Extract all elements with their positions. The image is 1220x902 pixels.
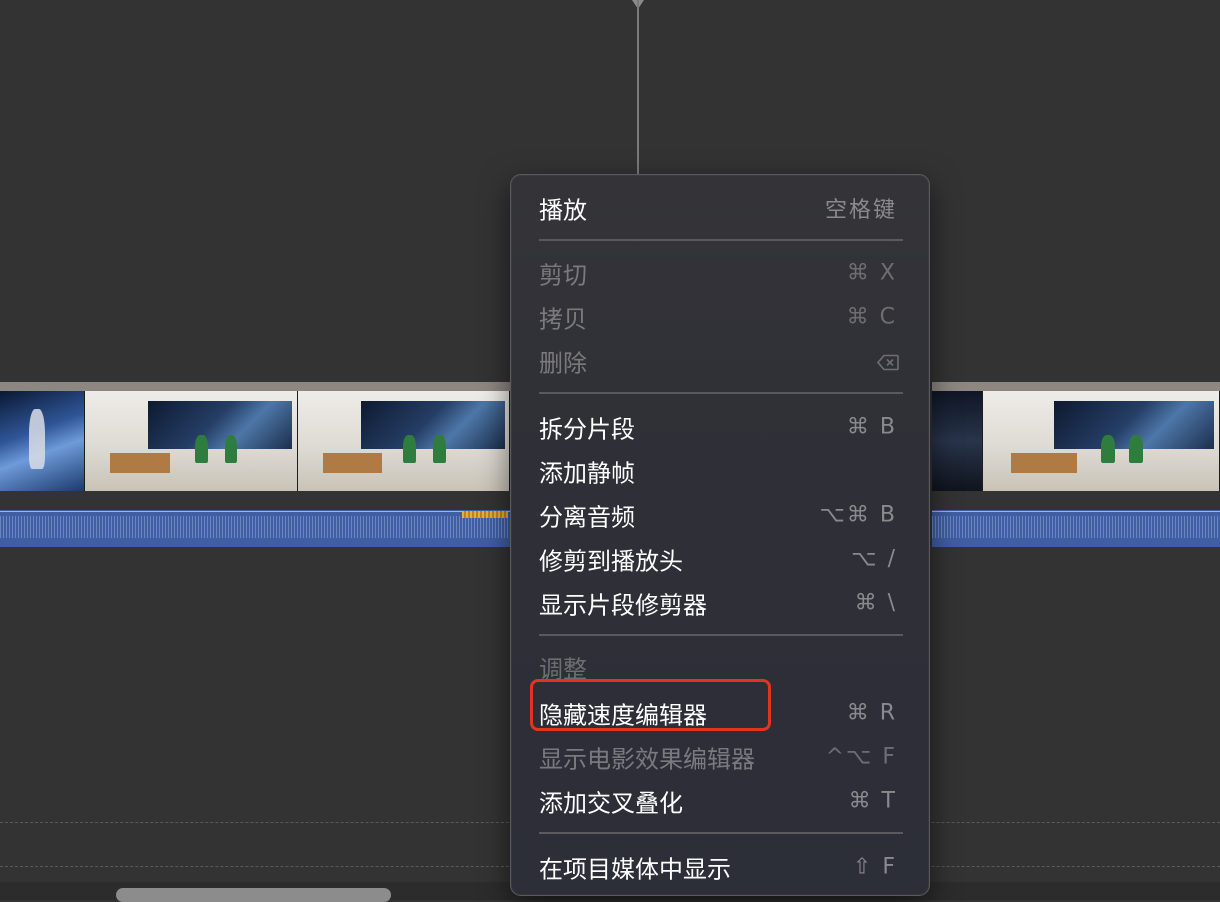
clip-thumbnail [932,391,983,491]
clip-thumbnail [0,391,85,491]
video-clip-left[interactable] [0,382,510,549]
video-clip-right[interactable] [932,382,1220,549]
menu-item-label: 显示电影效果编辑器 [539,745,755,774]
context-menu: 播放 空格键 剪切 ⌘ X 拷贝 ⌘ C 删除 拆分片段 ⌘ B 添加静帧 分离… [510,174,930,896]
menu-item-label: 拷贝 [539,305,587,334]
menu-separator [539,634,903,636]
playhead-line[interactable] [637,0,639,176]
menu-separator [539,832,903,834]
audio-waveform[interactable] [0,510,510,547]
clip-top-bar [0,382,510,391]
menu-item-shortcut: 空格键 [824,198,897,223]
audio-peak-marker [462,511,508,518]
clip-thumbnail [983,391,1220,491]
menu-item-shortcut: ⇧ F [852,854,897,880]
menu-item-cut[interactable]: 剪切 ⌘ X [511,253,929,293]
menu-item-add-cross-dissolve[interactable]: 添加交叉叠化 ⌘ T [511,781,929,821]
menu-item-show-cinematic-editor[interactable]: 显示电影效果编辑器 ^⌥ F [511,737,929,777]
menu-item-split-clip[interactable]: 拆分片段 ⌘ B [511,407,929,447]
menu-item-label: 删除 [539,349,587,378]
menu-item-label: 修剪到播放头 [539,547,683,576]
menu-item-label: 剪切 [539,261,587,290]
menu-item-shortcut: ⌘ \ [854,590,897,616]
clip-thumbnail [297,391,510,491]
menu-item-add-freeze-frame[interactable]: 添加静帧 [511,451,929,491]
menu-item-label: 播放 [539,196,587,225]
menu-item-label: 分离音频 [539,503,635,532]
menu-separator [539,392,903,394]
menu-item-shortcut: ⌘ T [848,788,897,814]
menu-item-show-clip-trimmer[interactable]: 显示片段修剪器 ⌘ \ [511,583,929,623]
menu-item-play[interactable]: 播放 空格键 [511,188,929,228]
menu-item-shortcut: ⌥ / [851,546,897,572]
menu-item-trim-to-playhead[interactable]: 修剪到播放头 ⌥ / [511,539,929,579]
menu-item-copy[interactable]: 拷贝 ⌘ C [511,297,929,337]
menu-item-label: 显示片段修剪器 [539,591,707,620]
menu-separator [539,239,903,241]
clip-thumbnail [85,391,298,491]
menu-item-label: 添加静帧 [539,459,635,488]
menu-item-label: 在项目媒体中显示 [539,855,731,884]
menu-item-shortcut: ⌘ B [846,414,897,440]
audio-waveform[interactable] [932,510,1220,547]
menu-item-shortcut: ⌘ R [846,700,897,726]
clip-top-bar [932,382,1220,391]
menu-item-shortcut: ⌥⌘ B [819,502,897,528]
menu-item-label: 添加交叉叠化 [539,789,683,818]
highlight-annotation-box [530,679,771,731]
menu-item-detach-audio[interactable]: 分离音频 ⌥⌘ B [511,495,929,535]
menu-item-label: 拆分片段 [539,415,635,444]
menu-item-shortcut: ⌘ X [846,260,897,286]
delete-backward-icon [877,354,899,371]
menu-item-reveal-in-project-media[interactable]: 在项目媒体中显示 ⇧ F [511,847,929,887]
menu-item-delete[interactable]: 删除 [511,341,929,381]
menu-item-shortcut: ⌘ C [846,304,897,330]
menu-item-shortcut: ^⌥ F [825,744,897,770]
menu-item-shortcut [877,349,899,374]
